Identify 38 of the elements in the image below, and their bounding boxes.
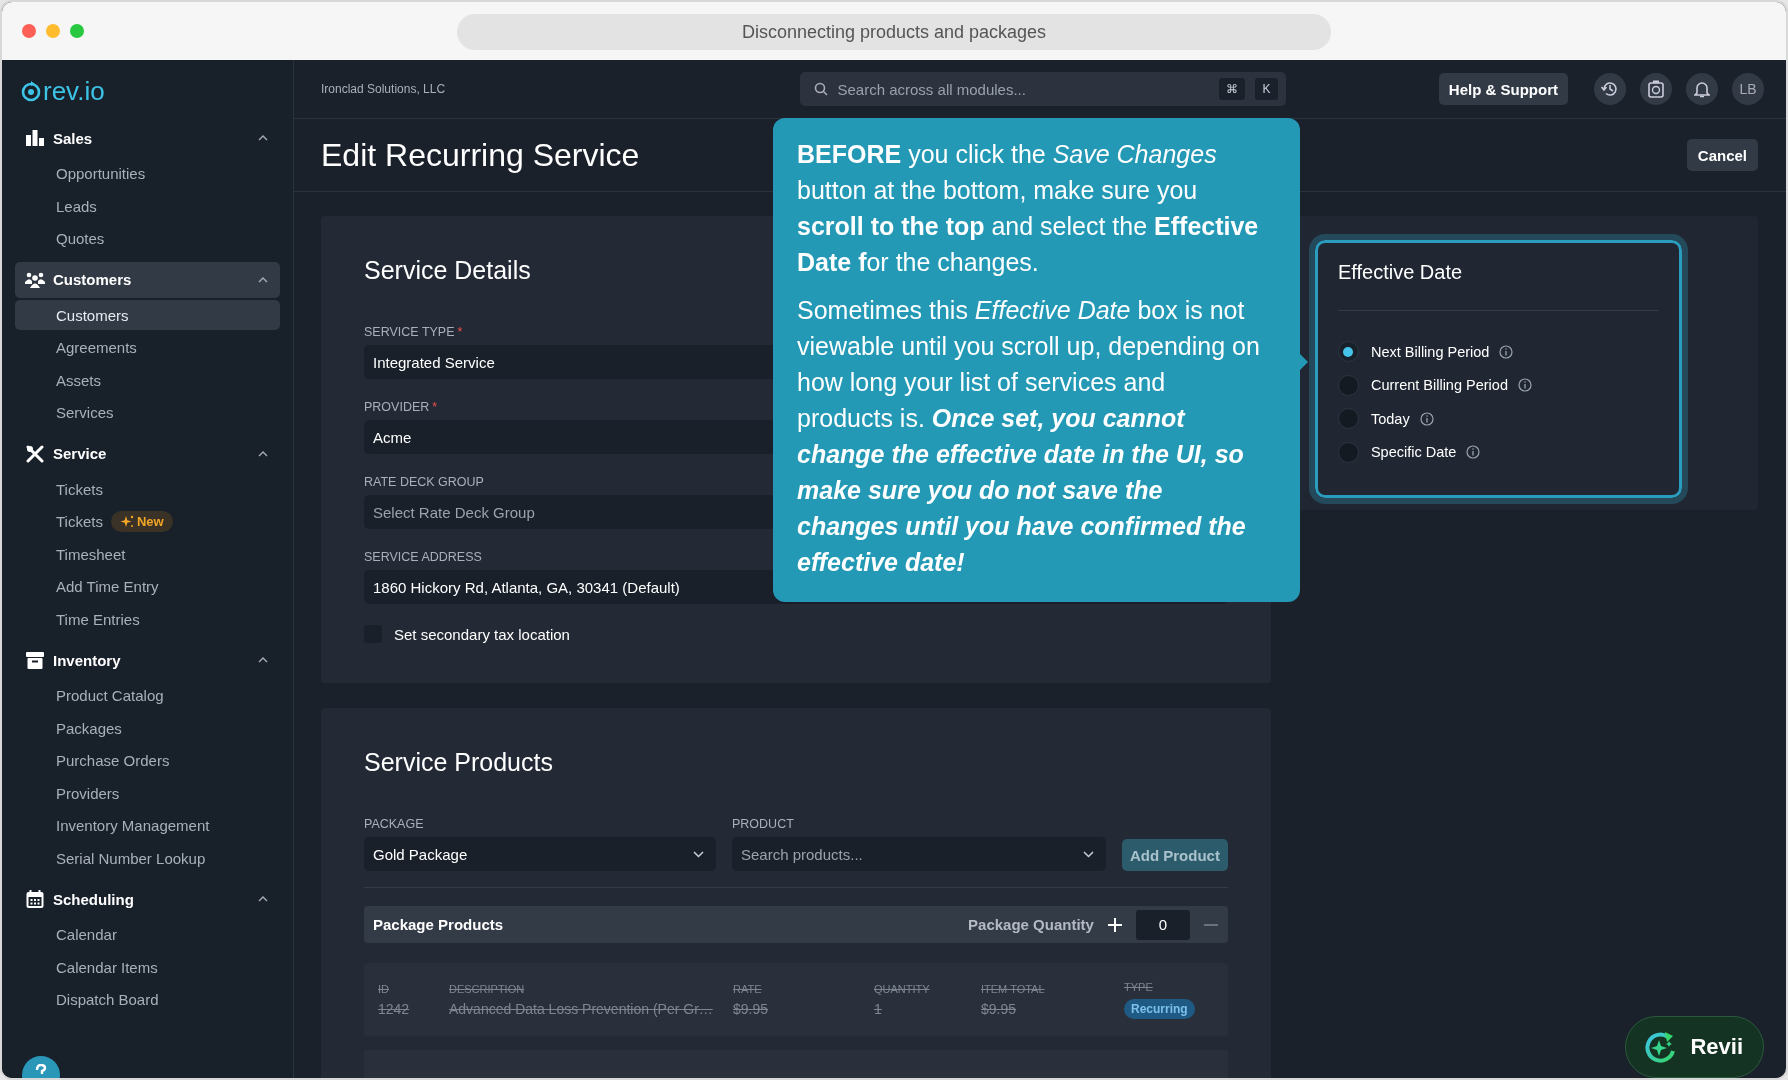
section-title: Service Products xyxy=(364,748,553,777)
option-label: Specific Date xyxy=(1370,444,1457,461)
table-cell: Advanced Data Loss Prevention (Per Gr… xyxy=(449,1000,713,1017)
callout-text: Sometimes this Effective Date box is not viewable until you scroll up, depending on how long your list of services and products is. Once set, you cannot change the effective date in the UI, so make sure you do not save the changes until you have confirmed the effective date! xyxy=(797,295,1261,578)
column-header: ID xyxy=(378,982,389,995)
shortcut-key: K xyxy=(1255,78,1278,100)
checkbox-label: Set secondary tax location xyxy=(394,625,570,643)
column-header: DESCRIPTION xyxy=(449,982,525,995)
column-header: RATE xyxy=(733,982,762,995)
option-label: Current Billing Period xyxy=(1370,377,1508,394)
column-header: QUANTITY xyxy=(874,982,930,995)
quantity-label: Package Quantity xyxy=(968,916,1094,933)
table-cell: $9.95 xyxy=(733,1000,769,1017)
shortcut-key: ⌘ xyxy=(1219,78,1246,100)
option-label: Today xyxy=(1370,410,1410,427)
new-badge: New xyxy=(110,511,173,532)
callout-text: BEFORE you click the Save Changes button at the bottom, make sure you scroll to the top and select the Effective Date for the changes. xyxy=(797,139,1260,278)
column-header: ITEM TOTAL xyxy=(981,982,1045,995)
package-products-title: Package Products xyxy=(373,916,505,933)
field-label: PACKAGE xyxy=(364,817,424,831)
company-name: Ironclad Solutions, LLC xyxy=(321,82,447,96)
table-cell: $9.95 xyxy=(981,1000,1017,1017)
required-mark: * xyxy=(432,400,438,414)
field-label: SERVICE ADDRESS xyxy=(364,550,482,564)
field-label: SERVICE TYPE xyxy=(364,325,455,339)
page-title: Edit Recurring Service xyxy=(321,136,640,174)
field-label: PRODUCT xyxy=(732,817,794,831)
effective-date-title: Effective Date xyxy=(1337,261,1464,284)
table-cell: 1 xyxy=(874,1000,882,1017)
field-label: RATE DECK GROUP xyxy=(364,475,484,489)
option-label: Next Billing Period xyxy=(1370,343,1490,360)
window-title: Disconnecting products and packages xyxy=(457,14,1331,50)
field-label: PROVIDER xyxy=(364,400,430,414)
column-header: TYPE xyxy=(1124,980,1153,993)
required-mark: * xyxy=(457,325,463,339)
section-title: Service Details xyxy=(364,256,531,285)
table-cell: 1242 xyxy=(378,1000,410,1017)
type-badge: Recurring xyxy=(1124,998,1195,1019)
